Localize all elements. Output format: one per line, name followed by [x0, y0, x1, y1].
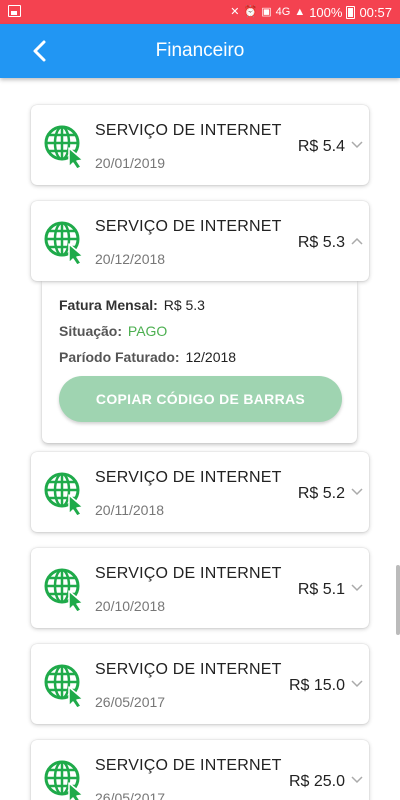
invoice-amount: R$ 5.1 [297, 581, 345, 598]
billing-period-value: 12/2018 [185, 349, 237, 365]
invoice-date: 20/12/2018 [95, 251, 166, 267]
invoice-card[interactable]: SERVIÇO DE INTERNET 20/10/2018 R$ 5.1 [31, 548, 369, 628]
chevron-up-icon[interactable] [351, 237, 363, 245]
invoice-list: Fatura Mensal: R$ 5.3 Situação: PAGO Par… [0, 78, 400, 800]
service-name: SERVIÇO DE INTERNET [95, 757, 282, 774]
globe-cursor-icon [44, 125, 84, 169]
invoice-card[interactable]: SERVIÇO DE INTERNET 26/05/2017 R$ 15.0 [31, 644, 369, 724]
invoice-amount: R$ 25.0 [288, 773, 345, 790]
service-name: SERVIÇO DE INTERNET [95, 661, 282, 678]
invoice-amount: R$ 5.3 [297, 234, 345, 251]
clock: 00:57 [359, 4, 392, 20]
service-name: SERVIÇO DE INTERNET [95, 122, 282, 139]
globe-cursor-icon [44, 472, 84, 516]
status-label: Situação: [59, 323, 123, 339]
invoice-date: 26/05/2017 [95, 790, 166, 800]
nfc-icon: ▣ [261, 5, 272, 18]
billing-period-row: Paríodo Faturado: 12/2018 [59, 349, 236, 365]
invoice-card-expanded[interactable]: SERVIÇO DE INTERNET 20/12/2018 R$ 5.3 [31, 201, 369, 281]
monthly-invoice-value: R$ 5.3 [163, 297, 205, 313]
battery-percent: 100% [309, 4, 343, 20]
invoice-detail-panel: Fatura Mensal: R$ 5.3 Situação: PAGO Par… [42, 281, 357, 443]
status-value: PAGO [127, 323, 168, 339]
billing-period-label: Paríodo Faturado: [59, 349, 180, 365]
globe-cursor-icon [44, 221, 84, 265]
invoice-card[interactable]: SERVIÇO DE INTERNET 20/11/2018 R$ 5.2 [31, 452, 369, 532]
service-name: SERVIÇO DE INTERNET [95, 218, 282, 235]
invoice-date: 20/11/2018 [95, 502, 165, 518]
network-type: 4G [275, 5, 291, 18]
invoice-card[interactable]: SERVIÇO DE INTERNET 26/05/2017 R$ 25.0 [31, 740, 369, 800]
status-bar: ✕ ⏰ ▣ 4G ▲ 100% 00:57 [0, 0, 400, 24]
monthly-invoice-row: Fatura Mensal: R$ 5.3 [59, 297, 205, 313]
service-name: SERVIÇO DE INTERNET [95, 469, 282, 486]
invoice-amount: R$ 15.0 [288, 677, 345, 694]
invoice-amount: R$ 5.4 [297, 138, 345, 155]
invoice-amount: R$ 5.2 [297, 485, 345, 502]
service-name: SERVIÇO DE INTERNET [95, 565, 282, 582]
chevron-down-icon[interactable] [351, 776, 363, 784]
monthly-invoice-label: Fatura Mensal: [59, 297, 158, 313]
gallery-notification-icon [8, 5, 21, 17]
status-row: Situação: PAGO [59, 323, 167, 339]
signal-icon: ▲ [294, 5, 306, 18]
chevron-down-icon[interactable] [351, 141, 363, 149]
invoice-date: 20/10/2018 [95, 598, 166, 614]
page-title: Financeiro [155, 40, 245, 61]
copy-barcode-button[interactable]: COPIAR CÓDIGO DE BARRAS [59, 376, 342, 422]
globe-cursor-icon [44, 760, 84, 800]
invoice-date: 20/01/2019 [95, 155, 166, 171]
invoice-card[interactable]: SERVIÇO DE INTERNET 20/01/2019 R$ 5.4 [31, 105, 369, 185]
mute-icon: ✕ [230, 5, 240, 18]
chevron-down-icon[interactable] [351, 488, 363, 496]
scrollbar[interactable] [396, 565, 400, 635]
app-bar: Financeiro [0, 24, 400, 78]
alarm-icon: ⏰ [243, 5, 258, 18]
invoice-date: 26/05/2017 [95, 694, 166, 710]
status-icons: ✕ ⏰ ▣ 4G ▲ 100% 00:57 [230, 3, 392, 21]
battery-icon [346, 5, 356, 19]
chevron-down-icon[interactable] [351, 680, 363, 688]
globe-cursor-icon [44, 568, 84, 612]
globe-cursor-icon [44, 664, 84, 708]
chevron-down-icon[interactable] [351, 584, 363, 592]
